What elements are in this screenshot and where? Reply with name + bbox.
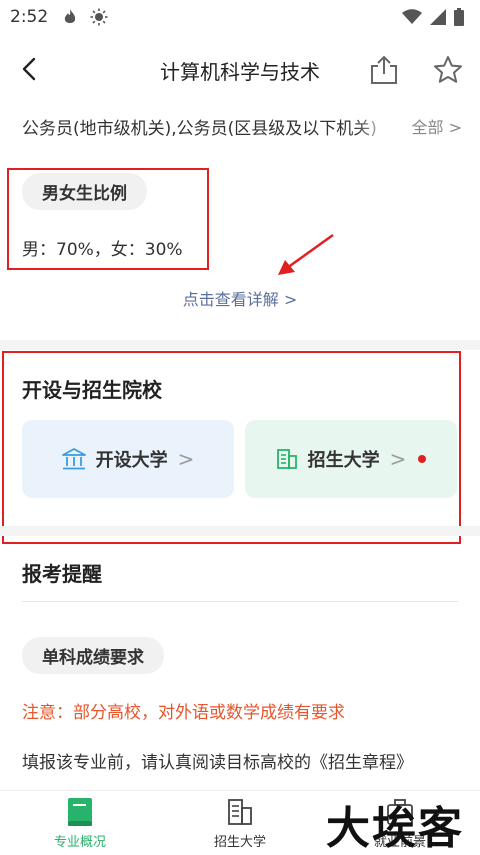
detail-link[interactable]: 点击查看详解 >	[0, 286, 480, 310]
share-button[interactable]	[368, 54, 400, 86]
gender-ratio-tag: 男女生比例	[22, 173, 147, 210]
app-header: 计算机科学与技术	[0, 34, 480, 106]
status-time: 2:52	[10, 7, 49, 27]
battery-icon	[454, 8, 464, 26]
open-university-label: 开设大学	[95, 450, 168, 471]
favorite-button[interactable]	[432, 54, 464, 86]
status-bar: 2:52	[0, 0, 480, 34]
career-list: 公务员(地市级机关),公务员(区县级及以下机关)	[22, 118, 377, 139]
share-icon	[371, 55, 397, 84]
page-title: 计算机科学与技术	[160, 60, 320, 84]
status-notification-icons	[62, 8, 108, 26]
book-icon	[68, 798, 92, 826]
chevron-right-icon: >	[389, 447, 407, 471]
enroll-university-label: 招生大学	[307, 450, 380, 471]
notification-dot	[418, 455, 427, 463]
schools-section-title: 开设与招生院校	[22, 378, 162, 402]
reminder-section-title: 报考提醒	[22, 562, 102, 586]
chevron-right-icon: >	[177, 447, 195, 471]
admission-rules-text: 填报该专业前，请认真阅读目标高校的《招生章程》	[22, 753, 413, 773]
nav-item-universities[interactable]: 招生大学	[180, 797, 300, 850]
nav-item-label: 专业概况	[53, 835, 106, 850]
annotation-arrow-icon	[278, 233, 334, 275]
divider	[22, 601, 458, 602]
subject-requirement-tag: 单科成绩要求	[22, 637, 164, 674]
nav-item-label: 招生大学	[213, 835, 266, 850]
wifi-icon	[402, 9, 422, 24]
building-icon	[276, 449, 297, 469]
gender-ratio-text: 男：70%，女：30%	[22, 240, 183, 260]
sun-icon	[90, 8, 108, 26]
watermark: 大埃客	[326, 803, 464, 854]
section-divider	[0, 340, 480, 350]
signal-icon	[430, 9, 446, 25]
flame-icon	[64, 9, 76, 23]
career-row: 公务员(地市级机关),公务员(区县级及以下机关) 全部 >	[22, 112, 462, 140]
notice-text: 注意：部分高校，对外语或数学成绩有要求	[22, 703, 345, 723]
institution-icon	[61, 448, 86, 470]
enroll-university-button[interactable]: 招生大学 >	[245, 420, 457, 498]
star-icon	[434, 56, 462, 83]
status-system-icons	[402, 8, 464, 26]
section-divider	[0, 526, 480, 536]
open-university-button[interactable]: 开设大学 >	[22, 420, 234, 498]
career-all-link[interactable]: 全部 >	[412, 114, 463, 138]
building-icon	[228, 799, 252, 825]
nav-item-overview[interactable]: 专业概况	[20, 797, 140, 850]
